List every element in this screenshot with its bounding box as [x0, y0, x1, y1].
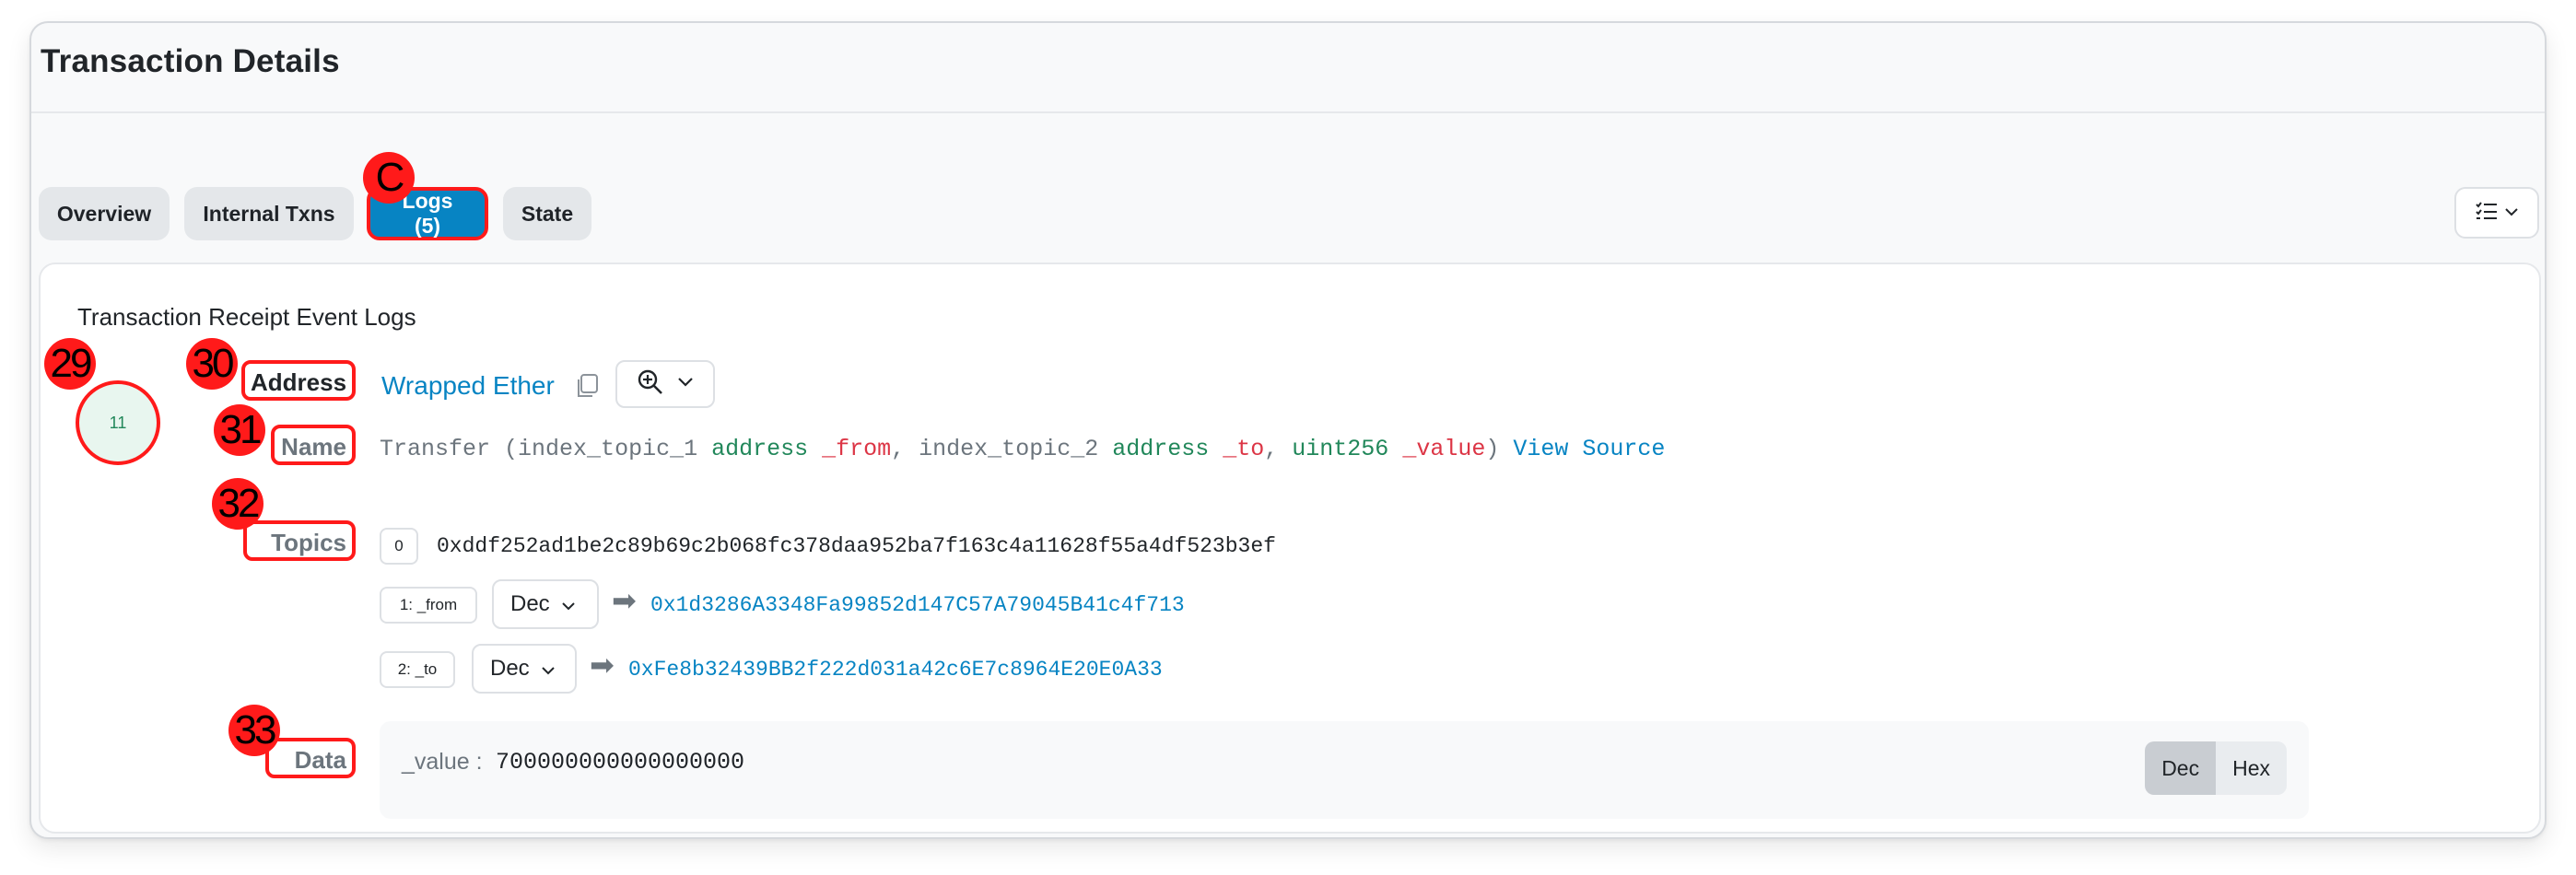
- event-logs-panel: Transaction Receipt Event Logs 29 11 30 …: [39, 262, 2541, 834]
- address-label: Address: [241, 360, 356, 401]
- marker-topics: 32: [212, 478, 263, 530]
- chevron-down-icon: [2504, 204, 2519, 221]
- topic-1-format-select[interactable]: Dec: [492, 579, 599, 629]
- page-title: Transaction Details: [41, 43, 340, 79]
- tab-state[interactable]: State: [503, 187, 591, 240]
- topic-index-chip: 2: _to: [380, 651, 455, 688]
- marker-data: 33: [228, 705, 280, 756]
- topic-2-format-select[interactable]: Dec: [472, 644, 577, 694]
- event-signature: Transfer (index_topic_1 address _from, i…: [380, 436, 1666, 462]
- data-box: _value : 700000000000000000 Dec Hex: [380, 721, 2309, 819]
- view-options-dropdown[interactable]: [2454, 187, 2539, 239]
- copy-icon[interactable]: [573, 372, 604, 403]
- arrow-right-icon: ➡: [590, 648, 615, 682]
- hex-button[interactable]: Hex: [2216, 741, 2287, 795]
- chevron-down-icon: [677, 376, 694, 392]
- param-type: address: [1112, 436, 1210, 462]
- param-type: address: [711, 436, 809, 462]
- topic-index-chip: 0: [380, 528, 418, 565]
- marker-tab: C: [363, 152, 415, 204]
- event-fn: Transfer: [380, 436, 491, 462]
- data-format-toggle: Dec Hex: [2145, 741, 2287, 795]
- tab-internal-txns[interactable]: Internal Txns: [184, 187, 354, 240]
- topic-0-value: 0xddf252ad1be2c89b69c2b068fc378daa952ba7…: [437, 534, 1276, 558]
- arrow-right-icon: ➡: [612, 584, 637, 617]
- dec-button[interactable]: Dec: [2145, 741, 2217, 795]
- param-name: _from: [822, 436, 892, 462]
- param-name: _value: [1402, 436, 1486, 462]
- data-key: _value :: [402, 749, 483, 775]
- transaction-details-card: Transaction Details Overview Internal Tx…: [29, 21, 2547, 839]
- log-index-badge: 11: [76, 380, 160, 465]
- section-heading: Transaction Receipt Event Logs: [77, 303, 416, 331]
- list-check-icon: [2475, 201, 2499, 226]
- param-type: uint256: [1292, 436, 1389, 462]
- name-label: Name: [271, 425, 356, 465]
- topic-2-address[interactable]: 0xFe8b32439BB2f222d031a42c6E7c8964E20E0A…: [628, 658, 1163, 682]
- title-divider: [31, 111, 2545, 113]
- marker-name: 31: [214, 404, 265, 456]
- param-name: _to: [1223, 436, 1265, 462]
- topics-label: Topics: [243, 520, 356, 561]
- data-value: 700000000000000000: [496, 749, 745, 776]
- chevron-down-icon: [561, 591, 576, 617]
- page: Transaction Details Overview Internal Tx…: [0, 0, 2576, 875]
- topic-index-chip: 1: _from: [380, 587, 477, 624]
- topic-1-address[interactable]: 0x1d3286A3348Fa99852d147C57A79045B41c4f7…: [650, 593, 1185, 617]
- data-label: Data: [265, 738, 356, 778]
- view-source-link[interactable]: View Source: [1513, 436, 1665, 462]
- tab-overview[interactable]: Overview: [39, 187, 170, 240]
- address-link[interactable]: Wrapped Ether: [381, 371, 555, 401]
- chevron-down-icon: [541, 656, 556, 682]
- address-zoom-dropdown[interactable]: [615, 360, 715, 408]
- marker-address: 30: [186, 338, 238, 390]
- marker-log: 29: [44, 338, 96, 390]
- zoom-in-icon: [637, 368, 664, 401]
